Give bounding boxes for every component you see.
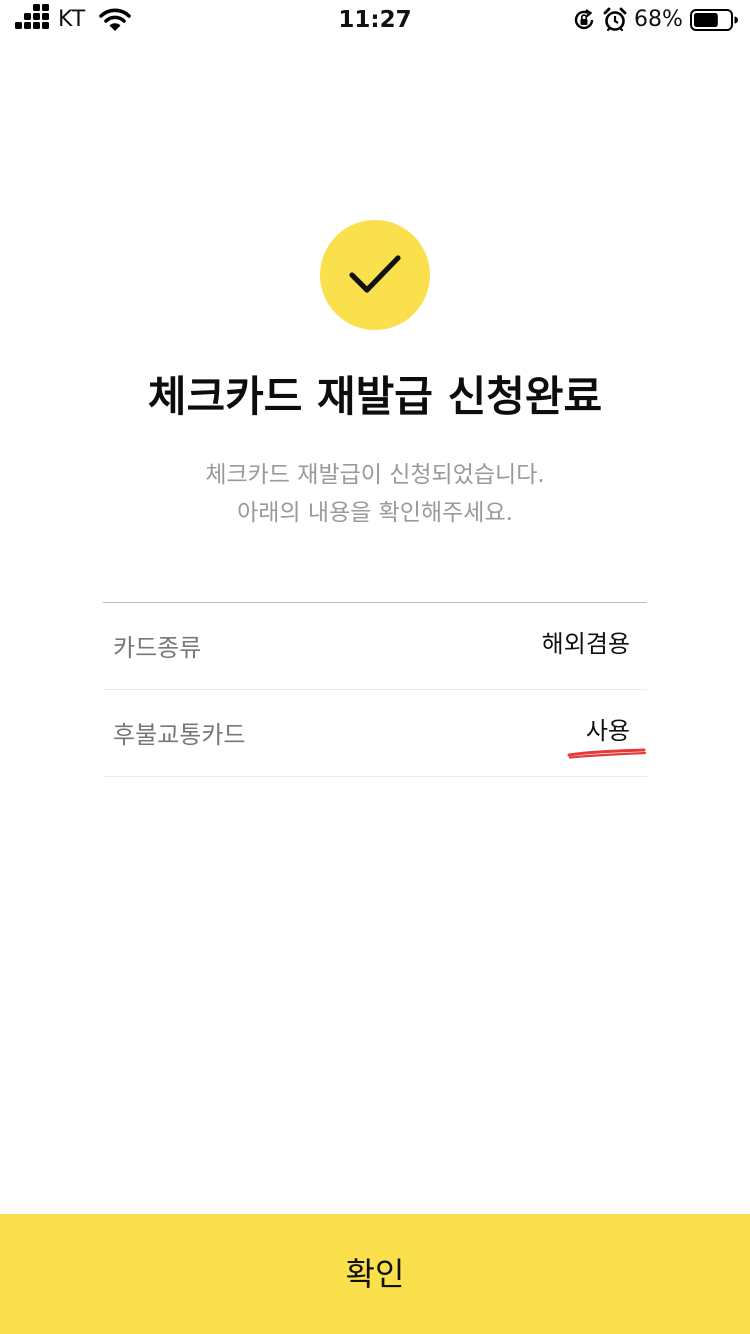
success-check-badge	[320, 220, 430, 330]
alarm-icon	[603, 7, 627, 32]
message-line-1: 체크카드 재발급이 신청되었습니다.	[205, 462, 545, 488]
completion-message: 체크카드 재발급이 신청되었습니다. 아래의 내용을 확인해주세요.	[0, 456, 750, 532]
battery-percentage: 68%	[634, 7, 683, 32]
message-line-2: 아래의 내용을 확인해주세요.	[237, 500, 513, 526]
checkmark-icon	[349, 255, 401, 293]
battery-icon	[690, 9, 738, 31]
rotation-lock-icon	[574, 9, 594, 30]
red-underline-annotation	[567, 748, 647, 759]
confirm-button[interactable]: 확인	[0, 1214, 750, 1334]
detail-row-transit-card: 후불교통카드 사용	[103, 690, 647, 777]
card-type-value: 해외겸용	[541, 630, 630, 658]
page-title: 체크카드 재발급 신청완료	[147, 372, 603, 421]
card-type-label: 카드종류	[113, 634, 202, 662]
status-bar: KT 11:27 68%	[0, 0, 750, 40]
application-details: 카드종류 해외겸용 후불교통카드 사용	[103, 602, 647, 777]
detail-row-card-type: 카드종류 해외겸용	[103, 603, 647, 690]
transit-card-label: 후불교통카드	[113, 721, 246, 749]
transit-card-value: 사용	[585, 717, 630, 745]
